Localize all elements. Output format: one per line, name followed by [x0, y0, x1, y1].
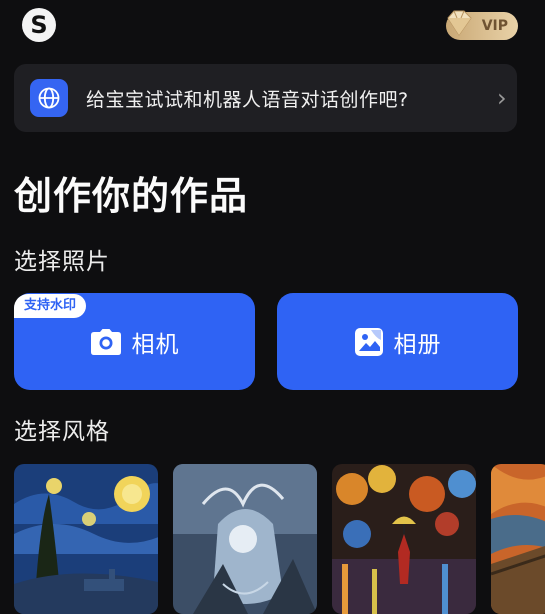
- album-button[interactable]: 相册: [277, 293, 518, 390]
- globe-icon: [30, 79, 68, 117]
- voice-chat-banner[interactable]: 给宝宝试试和机器人语音对话创作吧? ›: [14, 64, 517, 132]
- photo-section-label: 选择照片: [14, 249, 110, 275]
- diamond-icon: [447, 10, 472, 36]
- style-thumb-starry-night[interactable]: [14, 464, 158, 614]
- watermark-badge: 支持水印: [14, 294, 87, 318]
- style-thumb-umbrella[interactable]: [332, 464, 476, 614]
- album-label: 相册: [393, 331, 442, 358]
- app-logo: S: [22, 8, 56, 42]
- camera-label: 相机: [131, 331, 180, 358]
- vip-label: VIP: [481, 18, 508, 34]
- camera-icon: [90, 328, 121, 355]
- banner-text: 给宝宝试试和机器人语音对话创作吧?: [86, 89, 409, 111]
- style-thumb-fantasy[interactable]: [173, 464, 317, 614]
- app-logo-letter: S: [30, 11, 48, 39]
- page-title: 创作你的作品: [14, 174, 249, 218]
- vip-badge[interactable]: VIP: [446, 10, 518, 40]
- style-thumb-scream[interactable]: [491, 464, 545, 614]
- photo-album-icon: [354, 327, 383, 356]
- style-section-label: 选择风格: [14, 419, 110, 445]
- chevron-right-icon: ›: [497, 84, 507, 112]
